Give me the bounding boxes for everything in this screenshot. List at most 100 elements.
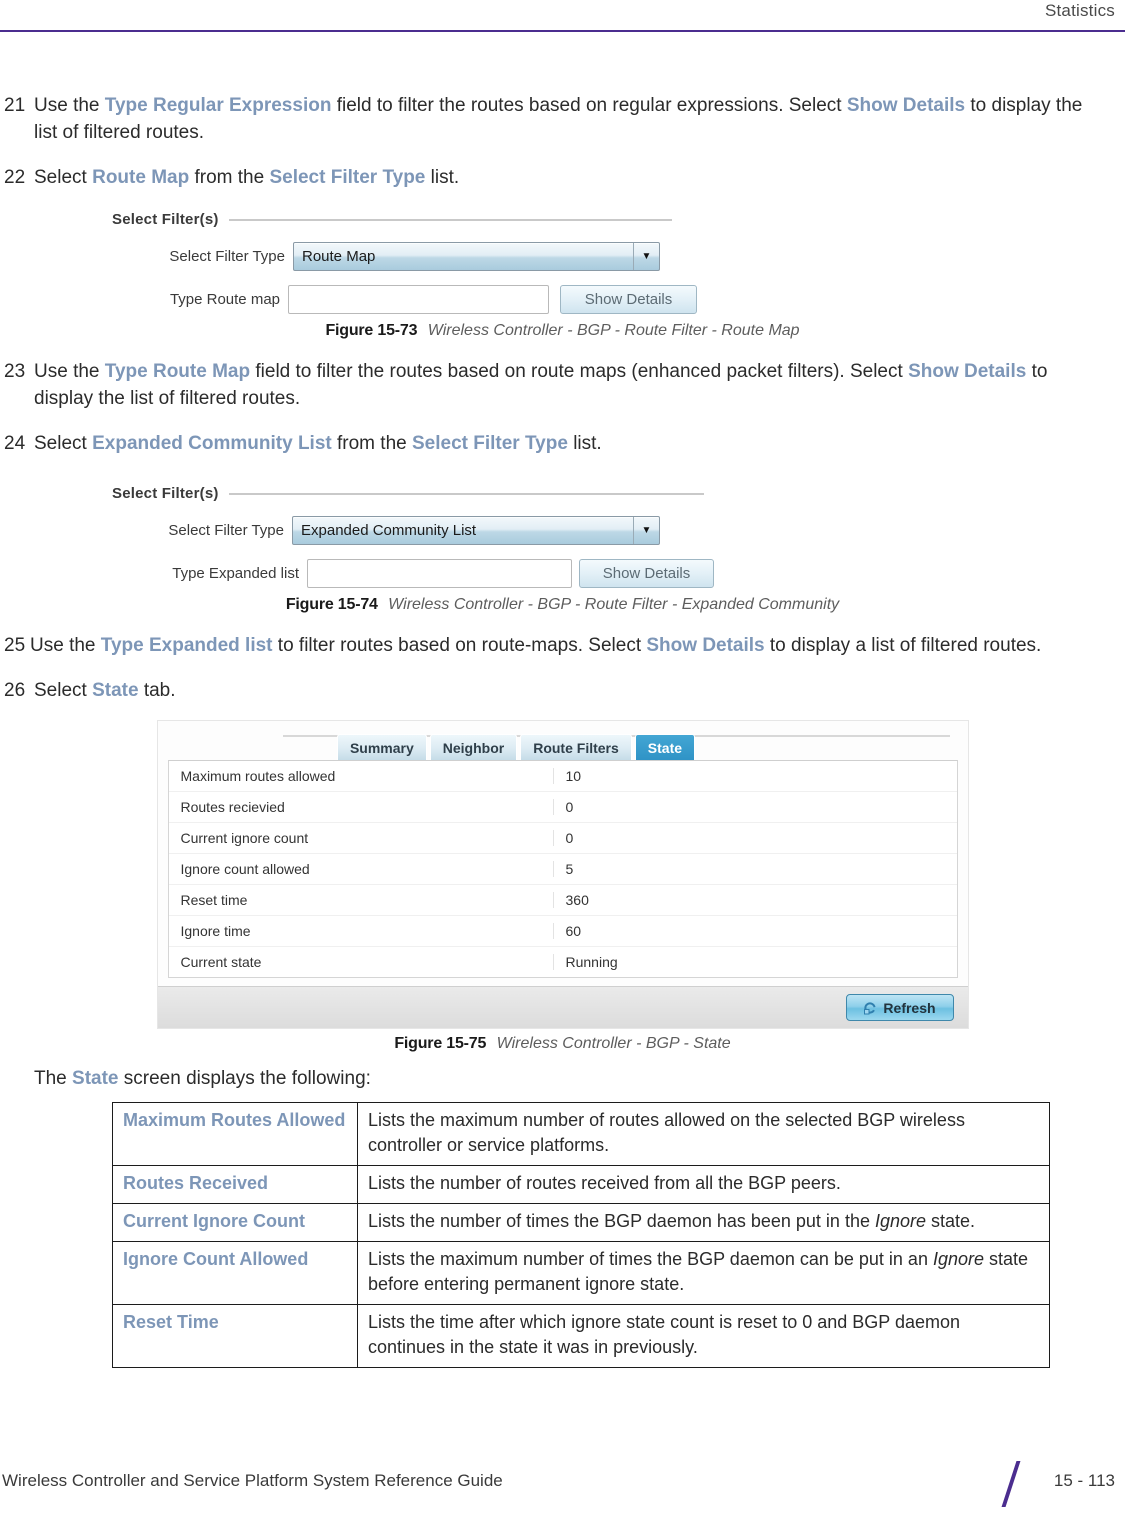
definition-description: Lists the maximum number of times the BG… [357,1241,1050,1305]
step-text: Use the Type Regular Expression field to… [34,92,1091,146]
definition-description: Lists the number of times the BGP daemon… [357,1203,1050,1242]
state-field-definitions-table: Maximum Routes Allowed Lists the maximum … [112,1102,1050,1368]
text-run: from the [331,433,412,454]
state-row-label: Ignore count allowed [169,861,554,877]
keyword: Select Filter Type [411,433,568,454]
state-table-row: Routes recievied 0 [168,792,957,823]
figure-15-73: Select Filter(s) Select Filter Type Rout… [0,205,1125,340]
page-header: Statistics [0,0,1125,34]
state-row-value: 10 [565,768,582,784]
step-text: Select State tab. [34,677,1091,704]
definition-row: Ignore Count Allowed Lists the maximum nu… [112,1241,1050,1305]
tab-summary[interactable]: Summary [336,734,427,760]
text-run: to filter routes based on route-maps. Se… [272,635,647,656]
step-25: 25 Use the Type Expanded list to filter … [0,632,1125,659]
panel-rule [228,218,672,221]
step-text: Use the Type Route Map field to filter t… [34,358,1091,412]
route-map-filter-panel: Select Filter(s) Select Filter Type Rout… [112,205,712,318]
state-table-row: Reset time 360 [168,885,957,916]
page-header-title: Statistics [1044,1,1115,20]
select-filter-type-dropdown[interactable]: Expanded Community List ▼ [292,516,660,545]
text-run: to display a list of filtered routes. [764,635,1042,656]
state-row-label: Current state [169,954,554,970]
state-table-row: Ignore time 60 [168,916,957,947]
type-route-map-row: Type Route map Show Details [112,285,712,314]
select-filter-type-dropdown[interactable]: Route Map ▼ [293,242,660,271]
expanded-community-filter-panel: Select Filter(s) Select Filter Type Expa… [112,479,752,592]
state-row-value: 0 [565,830,574,846]
text-run: list. [425,167,460,188]
keyword: State [92,680,139,701]
definition-row: Maximum Routes Allowed Lists the maximum … [112,1102,1050,1166]
figure-number: Figure 15-73 [325,322,418,339]
text-run: field to filter the routes based on rout… [250,361,909,382]
text-run: Lists the time after which ignore state … [368,1312,960,1357]
figure-number: Figure 15-74 [285,596,378,613]
text-run: field to filter the routes based on regu… [331,95,847,116]
text-run: Lists the number of times the BGP daemon… [368,1211,875,1231]
panel-title: Select Filter(s) [112,211,219,228]
definition-row: Routes Received Lists the number of route… [112,1165,1050,1204]
step-text: Select Route Map from the Select Filter … [34,164,1091,191]
select-filter-type-value: Expanded Community List [301,522,477,539]
filter-type-row: Select Filter Type Route Map ▼ [112,242,712,271]
emphasis: Ignore [874,1211,927,1231]
step-21: 21 Use the Type Regular Expression field… [0,92,1125,146]
type-route-map-label: Type Route map [169,291,280,308]
state-row-label: Routes recievied [169,799,554,815]
refresh-button-label: Refresh [883,999,936,1016]
figure-caption: Figure 15-73 Wireless Controller - BGP -… [0,322,1125,340]
definition-description: Lists the maximum number of routes allow… [357,1102,1050,1166]
text-run: Lists the number of routes received from… [368,1173,841,1193]
show-details-button[interactable]: Show Details [560,285,697,314]
text-run: Use the [30,635,101,656]
state-table-row: Current ignore count 0 [168,823,957,854]
text-run: Select [34,433,93,454]
panel-header: Select Filter(s) [112,485,752,502]
figure-caption: Figure 15-74 Wireless Controller - BGP -… [0,596,1125,614]
chevron-down-icon[interactable]: ▼ [633,243,659,270]
tab-state[interactable]: State [634,734,696,760]
text-run: screen displays the following: [118,1068,371,1089]
page-content: 21 Use the Type Regular Expression field… [0,34,1125,1368]
select-filter-type-value: Route Map [302,248,376,265]
type-route-map-input[interactable] [288,285,549,314]
keyword: Show Details [908,361,1027,382]
type-expanded-list-input[interactable] [307,559,572,588]
figure-number: Figure 15-75 [394,1035,487,1052]
step-22: 22 Select Route Map from the Select Filt… [0,164,1125,191]
panel-rule [228,492,704,495]
figure-title: Wireless Controller - BGP - Route Filter… [388,596,840,613]
bgp-tab-bar: Summary Neighbor Route Filters State [168,727,958,760]
show-details-button[interactable]: Show Details [579,559,714,588]
definition-row: Current Ignore Count Lists the number of … [112,1203,1050,1242]
definition-row: Reset Time Lists the time after which ign… [112,1304,1050,1368]
definition-description: Lists the number of routes received from… [357,1165,1050,1204]
keyword: Type Expanded list [100,635,273,656]
refresh-button[interactable]: Refresh [845,994,954,1021]
figure-15-75: Summary Neighbor Route Filters State Maximu… [0,720,1125,1053]
state-row-value: 5 [565,861,574,877]
type-expanded-list-row: Type Expanded list Show Details [112,559,752,588]
text-run: Select [34,680,93,701]
state-screen-footer: Refresh [157,986,968,1028]
footer-slash-decoration [1001,1461,1021,1507]
state-row-value: 0 [565,799,574,815]
chevron-down-icon[interactable]: ▼ [633,517,659,544]
definition-term: Reset Time [112,1304,358,1368]
keyword: State [72,1068,119,1089]
tab-route-filters[interactable]: Route Filters [520,734,632,760]
step-text: Select Expanded Community List from the … [34,430,1091,457]
text-run: tab. [138,680,176,701]
step-24: 24 Select Expanded Community List from t… [0,430,1125,457]
type-expanded-list-label: Type Expanded list [172,565,299,582]
text-run: Use the [34,95,105,116]
tab-neighbor[interactable]: Neighbor [429,734,518,760]
state-table-row: Current state Running [169,947,957,977]
state-row-label: Ignore time [169,923,554,939]
emphasis: Ignore [932,1249,984,1269]
step-26: 26 Select State tab. [0,677,1125,704]
keyword: Show Details [846,95,966,116]
step-number: 24 [4,433,26,454]
state-table-row: Maximum routes allowed 10 [168,761,957,792]
